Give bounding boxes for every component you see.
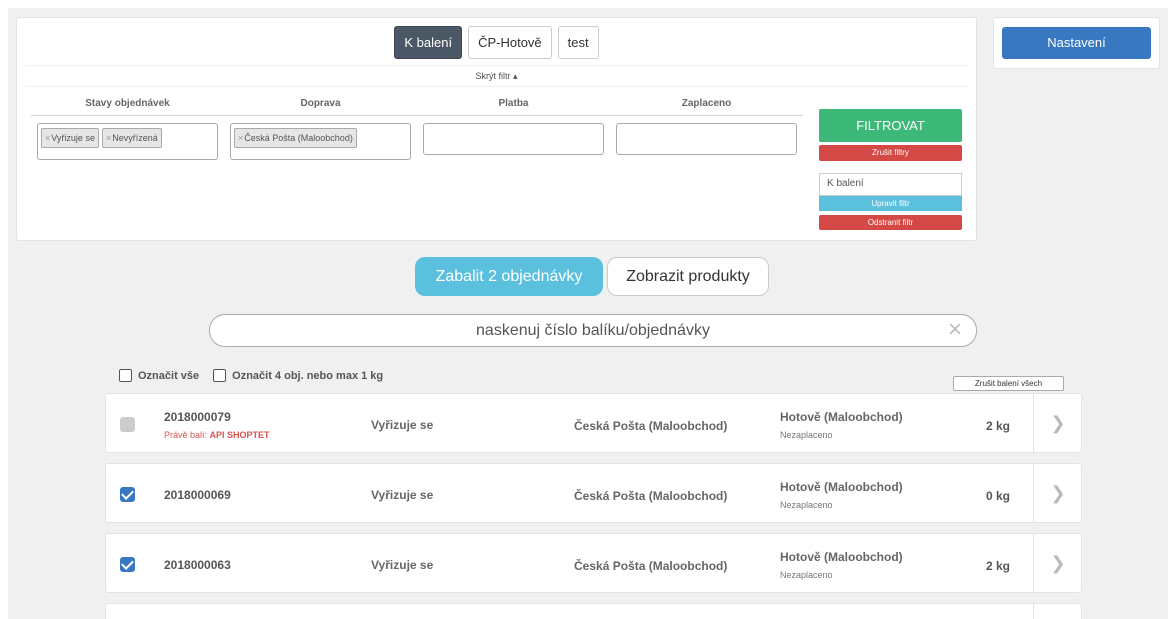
order-row[interactable]: 2018000063 Vyřizuje se Česká Pošta (Malo… [105,533,1082,593]
column-divider [31,115,803,116]
edit-filter-button[interactable]: Upravit filtr [819,196,962,211]
order-paid-status: Nezaplaceno [780,500,833,510]
delete-filter-button[interactable]: Odstranit filtr [819,215,962,230]
chip-vyrizuje-se[interactable]: ×Vyřizuje se [41,128,99,148]
order-id: 2018000069 [164,488,231,502]
paid-select[interactable] [616,123,797,155]
row-divider [1033,604,1082,619]
shipping-select[interactable]: ×Česká Pošta (Maloobchod) [230,123,411,160]
order-weight: 2 kg [986,419,1011,433]
selection-bar: Označit vše Označit 4 obj. nebo max 1 kg [119,369,383,382]
filter-name-input[interactable]: K balení [819,173,962,196]
chip-nevyrizena[interactable]: ×Nevyřízená [101,128,162,148]
packing-user: API SHOPTET [209,430,270,440]
close-icon[interactable]: × [948,315,962,344]
order-paid-status: Nezaplaceno [780,430,833,440]
filter-tabs: K balení ČP-Hotově test [17,26,976,59]
filtrovat-button[interactable]: FILTROVAT [819,109,962,142]
chip-ceska-posta[interactable]: ×Česká Pošta (Maloobchod) [234,128,357,148]
cancel-filters-button[interactable]: Zrušit filtry [819,145,962,161]
order-paid-status: Nezaplaceno [780,570,833,580]
chevron-right-icon[interactable]: ❯ [1033,464,1082,522]
order-shipping: Česká Pošta (Maloobchod) [574,489,728,503]
row-checkbox[interactable] [120,487,135,502]
order-weight: 2 kg [986,559,1011,573]
scan-input[interactable]: naskenuj číslo balíku/objednávky × [209,314,977,347]
scan-placeholder: naskenuj číslo balíku/objednávky [476,322,710,339]
order-shipping: Česká Pošta (Maloobchod) [574,419,728,433]
select-all-label[interactable]: Označit vše [138,370,199,382]
paid-header: Zaplaceno [681,98,732,109]
order-state: Vyřizuje se [371,488,434,502]
shipping-header: Doprava [300,98,341,109]
order-states-header: Stavy objednávek [85,98,170,109]
payment-header: Platba [498,98,529,109]
order-state: Vyřizuje se [371,418,434,432]
order-row-partial[interactable] [105,603,1082,619]
order-payment: Hotově (Maloobchod) [780,550,903,564]
packing-prefix: Právě balí: [164,430,208,440]
order-states-select[interactable]: ×Vyřizuje se ×Nevyřízená [37,123,218,160]
tab-k-baleni[interactable]: K balení [394,26,463,59]
order-payment: Hotově (Maloobchod) [780,410,903,424]
select-four-label[interactable]: Označit 4 obj. nebo max 1 kg [232,370,383,382]
tab-cp-hotove[interactable]: ČP-Hotově [468,26,552,59]
order-row[interactable]: 2018000079 Právě balí: API SHOPTET Vyřiz… [105,393,1082,453]
select-all-checkbox[interactable] [119,369,132,382]
order-id: 2018000079 [164,410,231,424]
chevron-right-icon[interactable]: ❯ [1033,394,1082,452]
order-id: 2018000063 [164,558,231,572]
chip-remove-icon[interactable]: × [238,133,243,143]
pack-orders-button[interactable]: Zabalit 2 objednávky [415,257,603,296]
payment-select[interactable] [423,123,604,155]
packing-status: Právě balí: API SHOPTET [164,430,270,440]
row-checkbox [120,417,135,432]
row-checkbox[interactable] [120,557,135,572]
tab-test[interactable]: test [557,26,599,59]
cancel-all-packing-button[interactable]: Zrušit balení všech objednávek [953,376,1064,401]
settings-button[interactable]: Nastavení [1002,27,1151,59]
order-state: Vyřizuje se [371,558,434,572]
chevron-right-icon[interactable]: ❯ [1033,534,1082,592]
chip-remove-icon[interactable]: × [45,133,50,143]
order-payment: Hotově (Maloobchod) [780,480,903,494]
chip-remove-icon[interactable]: × [106,133,111,143]
order-weight: 0 kg [986,489,1011,503]
order-row[interactable]: 2018000069 Vyřizuje se Česká Pošta (Malo… [105,463,1082,523]
hide-filter-link[interactable]: Skrýt filtr ▴ [25,65,968,87]
filter-panel: K balení ČP-Hotově test Skrýt filtr ▴ St… [16,17,977,241]
settings-panel: Nastavení [993,17,1160,69]
order-shipping: Česká Pošta (Maloobchod) [574,559,728,573]
show-products-button[interactable]: Zobrazit produkty [607,257,769,296]
select-four-checkbox[interactable] [213,369,227,382]
